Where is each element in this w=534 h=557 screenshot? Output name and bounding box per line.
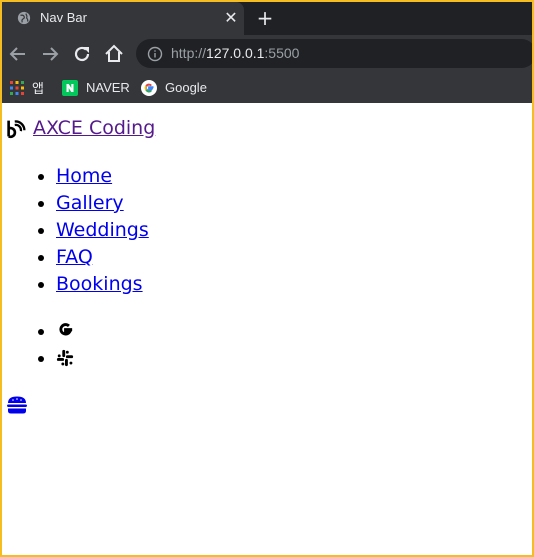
nav-link-weddings[interactable]: Weddings — [56, 219, 149, 241]
nav-link-gallery[interactable]: Gallery — [56, 192, 124, 214]
bookmark-apps[interactable]: 앱 — [10, 72, 44, 103]
address-bar[interactable]: http://127.0.0.1:5500 — [136, 39, 532, 68]
tab-nav-bar[interactable]: Nav Bar ✕ — [2, 2, 244, 35]
globe-icon — [17, 11, 31, 25]
nav-item: Gallery — [56, 190, 149, 217]
reload-icon[interactable] — [70, 42, 94, 66]
url-port: :5500 — [264, 45, 300, 61]
google-icon[interactable] — [56, 321, 75, 340]
nav-item: FAQ — [56, 244, 149, 271]
brand: AXCE Coding — [6, 117, 155, 139]
nav-links: Home Gallery Weddings FAQ Bookings — [2, 163, 149, 298]
tab-strip: Nav Bar ✕ + — [2, 2, 532, 35]
info-icon[interactable] — [147, 46, 163, 62]
bookmark-google[interactable]: Google — [141, 72, 207, 103]
hamburger-icon[interactable] — [7, 396, 27, 414]
nav-item: Bookings — [56, 271, 149, 298]
bookmark-label: Google — [165, 80, 207, 95]
browser-toolbar: http://127.0.0.1:5500 — [2, 35, 532, 72]
social-links — [2, 318, 75, 372]
bookmark-naver[interactable]: NAVER — [62, 72, 130, 103]
social-item — [56, 345, 75, 372]
google-icon — [141, 79, 157, 96]
browser-window: Nav Bar ✕ + http://127.0.0.1:5500 앱 NAVE… — [2, 2, 532, 555]
nav-item: Home — [56, 163, 149, 190]
apps-grid-icon — [10, 80, 24, 95]
slack-icon[interactable] — [56, 349, 74, 367]
home-icon[interactable] — [102, 42, 126, 66]
url-host: 127.0.0.1 — [206, 45, 265, 61]
bookmark-label: 앱 — [32, 81, 44, 96]
close-icon[interactable]: ✕ — [221, 8, 241, 28]
bookmark-label: NAVER — [86, 80, 130, 95]
blogger-b-icon — [7, 119, 26, 138]
nav-link-faq[interactable]: FAQ — [56, 246, 93, 268]
brand-link[interactable]: AXCE Coding — [33, 117, 155, 139]
back-arrow-icon[interactable] — [6, 42, 30, 66]
social-item — [56, 318, 75, 345]
nav-link-bookings[interactable]: Bookings — [56, 273, 143, 295]
page-content: AXCE Coding Home Gallery Weddings FAQ Bo… — [2, 103, 532, 555]
nav-item: Weddings — [56, 217, 149, 244]
url-scheme: http:// — [171, 45, 207, 61]
bookmarks-bar: 앱 NAVER Google — [2, 72, 532, 103]
tab-title: Nav Bar — [40, 10, 87, 25]
naver-icon — [62, 79, 78, 96]
forward-arrow-icon[interactable] — [38, 42, 62, 66]
plus-icon[interactable]: + — [255, 8, 275, 28]
nav-link-home[interactable]: Home — [56, 165, 112, 187]
url-text: http://127.0.0.1:5500 — [171, 45, 299, 61]
